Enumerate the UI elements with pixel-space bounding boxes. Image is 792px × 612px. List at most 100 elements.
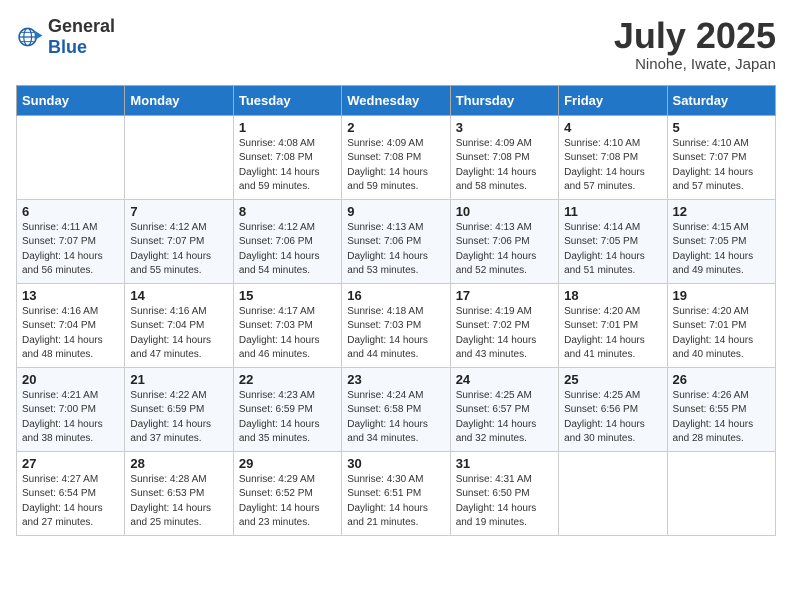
cell-info: Sunrise: 4:25 AM Sunset: 6:57 PM Dayligh… <box>456 389 553 447</box>
cell-info: Sunrise: 4:19 AM Sunset: 7:02 PM Dayligh… <box>456 305 553 363</box>
day-number: 17 <box>456 288 553 303</box>
cell-info: Sunrise: 4:30 AM Sunset: 6:51 PM Dayligh… <box>347 473 444 531</box>
day-number: 6 <box>22 204 119 219</box>
day-number: 29 <box>239 456 336 471</box>
title-block: July 2025 Ninohe, Iwate, Japan <box>614 16 776 73</box>
day-number: 14 <box>130 288 227 303</box>
cell-info: Sunrise: 4:27 AM Sunset: 6:54 PM Dayligh… <box>22 473 119 531</box>
week-row-2: 6 Sunrise: 4:11 AM Sunset: 7:07 PM Daylig… <box>17 199 776 283</box>
day-number: 22 <box>239 372 336 387</box>
calendar-cell: 31 Sunrise: 4:31 AM Sunset: 6:50 PM Dayli… <box>450 451 558 535</box>
cell-info: Sunrise: 4:11 AM Sunset: 7:07 PM Dayligh… <box>22 221 119 279</box>
day-number: 9 <box>347 204 444 219</box>
calendar-cell <box>667 451 775 535</box>
logo-general: General <box>48 16 115 36</box>
calendar-cell: 19Sunrise: 4:20 AM Sunset: 7:01 PM Dayli… <box>667 283 775 367</box>
cell-info: Sunrise: 4:09 AM Sunset: 7:08 PM Dayligh… <box>347 137 444 195</box>
cell-info: Sunrise: 4:15 AM Sunset: 7:05 PM Dayligh… <box>673 221 770 279</box>
header-cell-wednesday: Wednesday <box>342 85 450 115</box>
cell-info: Sunrise: 4:16 AM Sunset: 7:04 PM Dayligh… <box>22 305 119 363</box>
calendar-cell: 20Sunrise: 4:21 AM Sunset: 7:00 PM Dayli… <box>17 367 125 451</box>
day-number: 23 <box>347 372 444 387</box>
logo-icon <box>16 23 44 51</box>
day-number: 27 <box>22 456 119 471</box>
day-number: 31 <box>456 456 553 471</box>
week-row-4: 20Sunrise: 4:21 AM Sunset: 7:00 PM Dayli… <box>17 367 776 451</box>
calendar-cell: 18Sunrise: 4:20 AM Sunset: 7:01 PM Dayli… <box>559 283 667 367</box>
calendar-cell: 27 Sunrise: 4:27 AM Sunset: 6:54 PM Dayli… <box>17 451 125 535</box>
header-row: SundayMondayTuesdayWednesdayThursdayFrid… <box>17 85 776 115</box>
calendar-cell: 15 Sunrise: 4:17 AM Sunset: 7:03 PM Dayli… <box>233 283 341 367</box>
cell-info: Sunrise: 4:31 AM Sunset: 6:50 PM Dayligh… <box>456 473 553 531</box>
day-number: 21 <box>130 372 227 387</box>
day-number: 15 <box>239 288 336 303</box>
logo-blue: Blue <box>48 37 87 57</box>
cell-info: Sunrise: 4:26 AM Sunset: 6:55 PM Dayligh… <box>673 389 770 447</box>
cell-info: Sunrise: 4:24 AM Sunset: 6:58 PM Dayligh… <box>347 389 444 447</box>
calendar-cell: 2 Sunrise: 4:09 AM Sunset: 7:08 PM Daylig… <box>342 115 450 199</box>
cell-info: Sunrise: 4:18 AM Sunset: 7:03 PM Dayligh… <box>347 305 444 363</box>
cell-info: Sunrise: 4:14 AM Sunset: 7:05 PM Dayligh… <box>564 221 661 279</box>
calendar-cell: 25Sunrise: 4:25 AM Sunset: 6:56 PM Dayli… <box>559 367 667 451</box>
calendar-cell: 5 Sunrise: 4:10 AM Sunset: 7:07 PM Daylig… <box>667 115 775 199</box>
header-cell-tuesday: Tuesday <box>233 85 341 115</box>
week-row-3: 13 Sunrise: 4:16 AM Sunset: 7:04 PM Dayli… <box>17 283 776 367</box>
calendar-cell: 10Sunrise: 4:13 AM Sunset: 7:06 PM Dayli… <box>450 199 558 283</box>
calendar-cell: 23 Sunrise: 4:24 AM Sunset: 6:58 PM Dayli… <box>342 367 450 451</box>
calendar-cell: 26Sunrise: 4:26 AM Sunset: 6:55 PM Dayli… <box>667 367 775 451</box>
day-number: 11 <box>564 204 661 219</box>
day-number: 5 <box>673 120 770 135</box>
calendar-cell: 4Sunrise: 4:10 AM Sunset: 7:08 PM Daylig… <box>559 115 667 199</box>
day-number: 24 <box>456 372 553 387</box>
calendar-cell <box>17 115 125 199</box>
calendar-cell: 16 Sunrise: 4:18 AM Sunset: 7:03 PM Dayli… <box>342 283 450 367</box>
calendar-cell: 14Sunrise: 4:16 AM Sunset: 7:04 PM Dayli… <box>125 283 233 367</box>
cell-info: Sunrise: 4:23 AM Sunset: 6:59 PM Dayligh… <box>239 389 336 447</box>
calendar-cell: 6 Sunrise: 4:11 AM Sunset: 7:07 PM Daylig… <box>17 199 125 283</box>
calendar-cell: 22 Sunrise: 4:23 AM Sunset: 6:59 PM Dayli… <box>233 367 341 451</box>
calendar-cell: 8Sunrise: 4:12 AM Sunset: 7:06 PM Daylig… <box>233 199 341 283</box>
calendar-table: SundayMondayTuesdayWednesdayThursdayFrid… <box>16 85 776 536</box>
location: Ninohe, Iwate, Japan <box>614 56 776 73</box>
calendar-cell: 7 Sunrise: 4:12 AM Sunset: 7:07 PM Daylig… <box>125 199 233 283</box>
logo-text: General Blue <box>48 16 115 58</box>
day-number: 28 <box>130 456 227 471</box>
day-number: 2 <box>347 120 444 135</box>
week-row-1: 1Sunrise: 4:08 AM Sunset: 7:08 PM Daylig… <box>17 115 776 199</box>
cell-info: Sunrise: 4:21 AM Sunset: 7:00 PM Dayligh… <box>22 389 119 447</box>
cell-info: Sunrise: 4:12 AM Sunset: 7:06 PM Dayligh… <box>239 221 336 279</box>
day-number: 25 <box>564 372 661 387</box>
logo: General Blue <box>16 16 115 58</box>
day-number: 13 <box>22 288 119 303</box>
calendar-cell: 1Sunrise: 4:08 AM Sunset: 7:08 PM Daylig… <box>233 115 341 199</box>
calendar-cell <box>559 451 667 535</box>
calendar-cell: 12 Sunrise: 4:15 AM Sunset: 7:05 PM Dayli… <box>667 199 775 283</box>
week-row-5: 27 Sunrise: 4:27 AM Sunset: 6:54 PM Dayli… <box>17 451 776 535</box>
day-number: 7 <box>130 204 227 219</box>
cell-info: Sunrise: 4:17 AM Sunset: 7:03 PM Dayligh… <box>239 305 336 363</box>
cell-info: Sunrise: 4:29 AM Sunset: 6:52 PM Dayligh… <box>239 473 336 531</box>
cell-info: Sunrise: 4:08 AM Sunset: 7:08 PM Dayligh… <box>239 137 336 195</box>
cell-info: Sunrise: 4:13 AM Sunset: 7:06 PM Dayligh… <box>456 221 553 279</box>
calendar-cell: 3 Sunrise: 4:09 AM Sunset: 7:08 PM Daylig… <box>450 115 558 199</box>
day-number: 12 <box>673 204 770 219</box>
header-cell-saturday: Saturday <box>667 85 775 115</box>
day-number: 16 <box>347 288 444 303</box>
day-number: 3 <box>456 120 553 135</box>
day-number: 18 <box>564 288 661 303</box>
cell-info: Sunrise: 4:12 AM Sunset: 7:07 PM Dayligh… <box>130 221 227 279</box>
header-cell-sunday: Sunday <box>17 85 125 115</box>
cell-info: Sunrise: 4:20 AM Sunset: 7:01 PM Dayligh… <box>673 305 770 363</box>
calendar-cell: 13 Sunrise: 4:16 AM Sunset: 7:04 PM Dayli… <box>17 283 125 367</box>
cell-info: Sunrise: 4:10 AM Sunset: 7:08 PM Dayligh… <box>564 137 661 195</box>
month-title: July 2025 <box>614 16 776 56</box>
header-cell-thursday: Thursday <box>450 85 558 115</box>
calendar-cell: 24 Sunrise: 4:25 AM Sunset: 6:57 PM Dayli… <box>450 367 558 451</box>
cell-info: Sunrise: 4:09 AM Sunset: 7:08 PM Dayligh… <box>456 137 553 195</box>
calendar-cell: 29 Sunrise: 4:29 AM Sunset: 6:52 PM Dayli… <box>233 451 341 535</box>
day-number: 30 <box>347 456 444 471</box>
cell-info: Sunrise: 4:10 AM Sunset: 7:07 PM Dayligh… <box>673 137 770 195</box>
calendar-cell: 30 Sunrise: 4:30 AM Sunset: 6:51 PM Dayli… <box>342 451 450 535</box>
cell-info: Sunrise: 4:13 AM Sunset: 7:06 PM Dayligh… <box>347 221 444 279</box>
calendar-cell: 28Sunrise: 4:28 AM Sunset: 6:53 PM Dayli… <box>125 451 233 535</box>
